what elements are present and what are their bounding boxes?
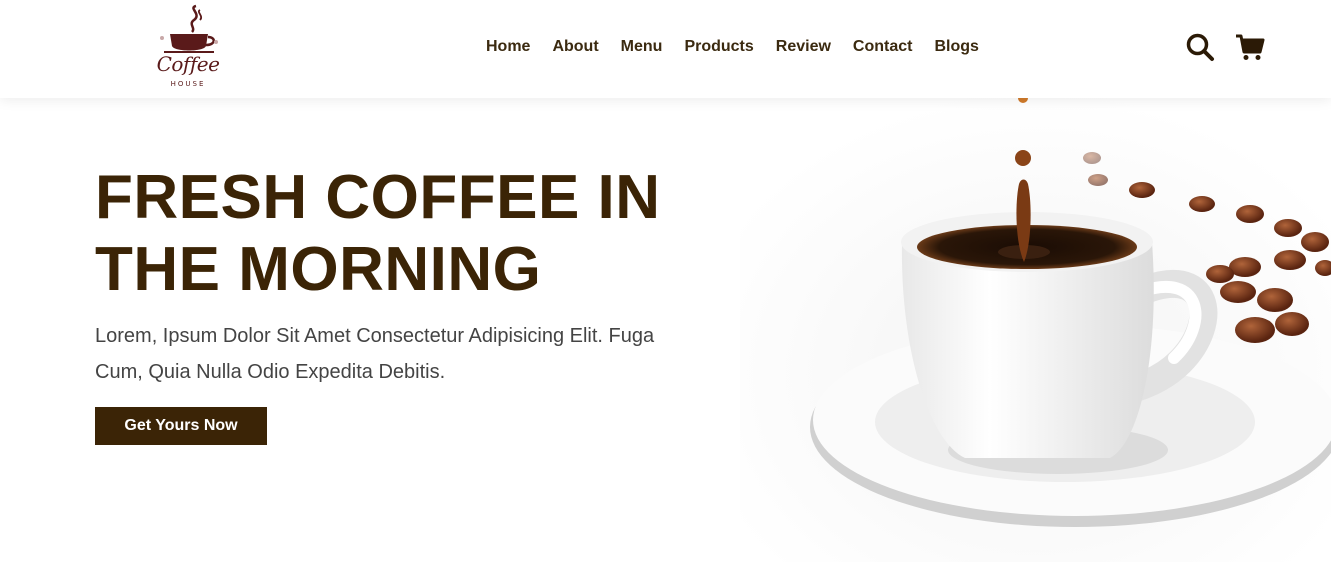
nav-products[interactable]: Products [684,37,753,57]
nav-review[interactable]: Review [776,37,831,57]
hero-title-line-1: FRESH COFFEE IN [95,163,661,232]
brand-logo[interactable]: Coffee HOUSE [150,2,226,90]
nav-contact[interactable]: Contact [853,37,913,57]
nav-menu[interactable]: Menu [621,37,663,57]
hero-text-line-1: Lorem, Ipsum Dolor Sit Amet Consectetur … [95,325,655,347]
nav-about[interactable]: About [552,37,598,57]
nav-blogs[interactable]: Blogs [934,37,978,57]
logo-wordmark: Coffee [156,52,220,76]
site-header: Coffee HOUSE Home About Menu Products Re… [0,0,1331,98]
nav-home[interactable]: Home [486,37,530,57]
header-actions [1185,32,1265,62]
coffee-cup-hero-image [740,92,1331,562]
main-nav: Home About Menu Products Review Contact … [486,37,1001,57]
coffee-cup-logo-icon [160,4,218,53]
search-icon[interactable] [1185,32,1215,62]
hero-title: FRESH COFFEE IN THE MORNING [95,162,695,306]
hero-text-line-2: Cum, Quia Nulla Odio Expedita Debitis. [95,361,446,383]
logo-subtitle: HOUSE [170,80,206,88]
hero-description: Lorem, Ipsum Dolor Sit Amet Consectetur … [95,318,685,390]
hero-title-line-2: THE MORNING [95,235,542,304]
get-yours-now-button[interactable]: Get Yours Now [95,407,267,445]
cart-icon[interactable] [1235,32,1265,62]
